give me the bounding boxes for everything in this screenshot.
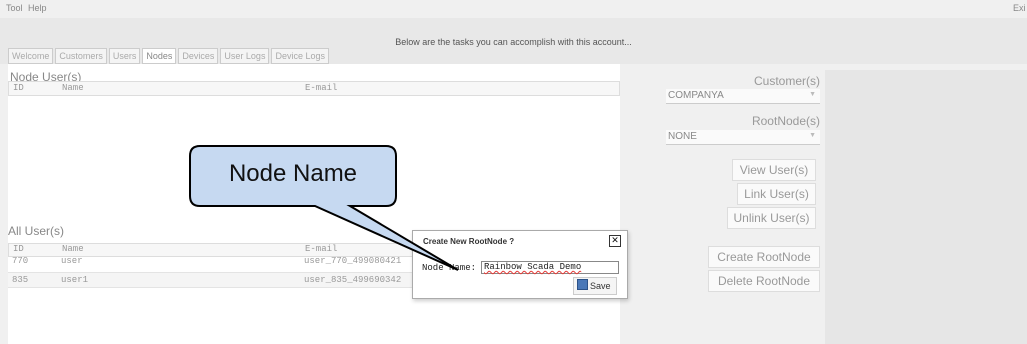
callout-label: Node Name [228,160,358,187]
callout-annotation [189,145,459,271]
